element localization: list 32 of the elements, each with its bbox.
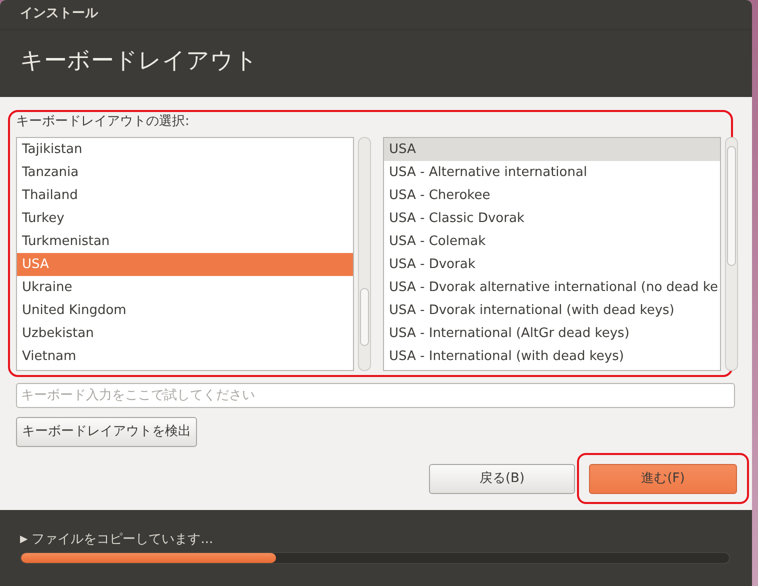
test-input-field[interactable]: キーボード入力をここで試してください (16, 383, 735, 408)
scrollbar[interactable] (358, 137, 371, 371)
forward-button[interactable]: 進む(F) (589, 464, 737, 494)
list-item[interactable]: Thailand (17, 184, 353, 207)
list-item[interactable]: Vietnam (17, 345, 353, 368)
list-item[interactable]: USA - Dvorak (384, 253, 720, 276)
list-item[interactable]: USA - Classic Dvorak (384, 207, 720, 230)
country-list[interactable]: Tajikistan Tanzania Thailand Turkey Turkmenistan USA Ukraine United Kingdom Uzbekistan Vietnam (16, 137, 354, 371)
detect-layout-button[interactable]: キーボードレイアウトを検出 (16, 417, 197, 447)
page-title: キーボードレイアウト (20, 48, 258, 74)
layout-label: キーボードレイアウトの選択: (16, 113, 190, 131)
list-item[interactable]: Turkey (17, 207, 353, 230)
list-item[interactable]: Turkmenistan (17, 230, 353, 253)
list-item[interactable]: USA - Dvorak alternative international (no dead ke (384, 276, 720, 299)
window-title: インストール (20, 6, 98, 21)
list-item[interactable]: USA - Alternative international (384, 161, 720, 184)
list-item[interactable]: Uzbekistan (17, 322, 353, 345)
progress-text: ファイルをコピーしています... (32, 531, 214, 549)
list-item[interactable]: USA - International (with dead keys) (384, 345, 720, 368)
expander-arrow[interactable]: ▶ (20, 532, 28, 548)
list-item[interactable]: Tanzania (17, 161, 353, 184)
scrollbar[interactable] (725, 137, 738, 371)
list-item[interactable]: USA - Dvorak international (with dead keys) (384, 299, 720, 322)
list-item[interactable]: USA - International (AltGr dead keys) (384, 322, 720, 345)
list-item[interactable]: Tajikistan (17, 138, 353, 161)
list-item[interactable]: USA - Cherokee (384, 184, 720, 207)
list-item[interactable]: USA (384, 138, 720, 161)
list-item[interactable]: Ukraine (17, 276, 353, 299)
list-item[interactable]: United Kingdom (17, 299, 353, 322)
list-item[interactable]: USA - Colemak (384, 230, 720, 253)
back-button[interactable]: 戻る(B) (429, 464, 575, 494)
variant-list[interactable] (383, 137, 721, 371)
